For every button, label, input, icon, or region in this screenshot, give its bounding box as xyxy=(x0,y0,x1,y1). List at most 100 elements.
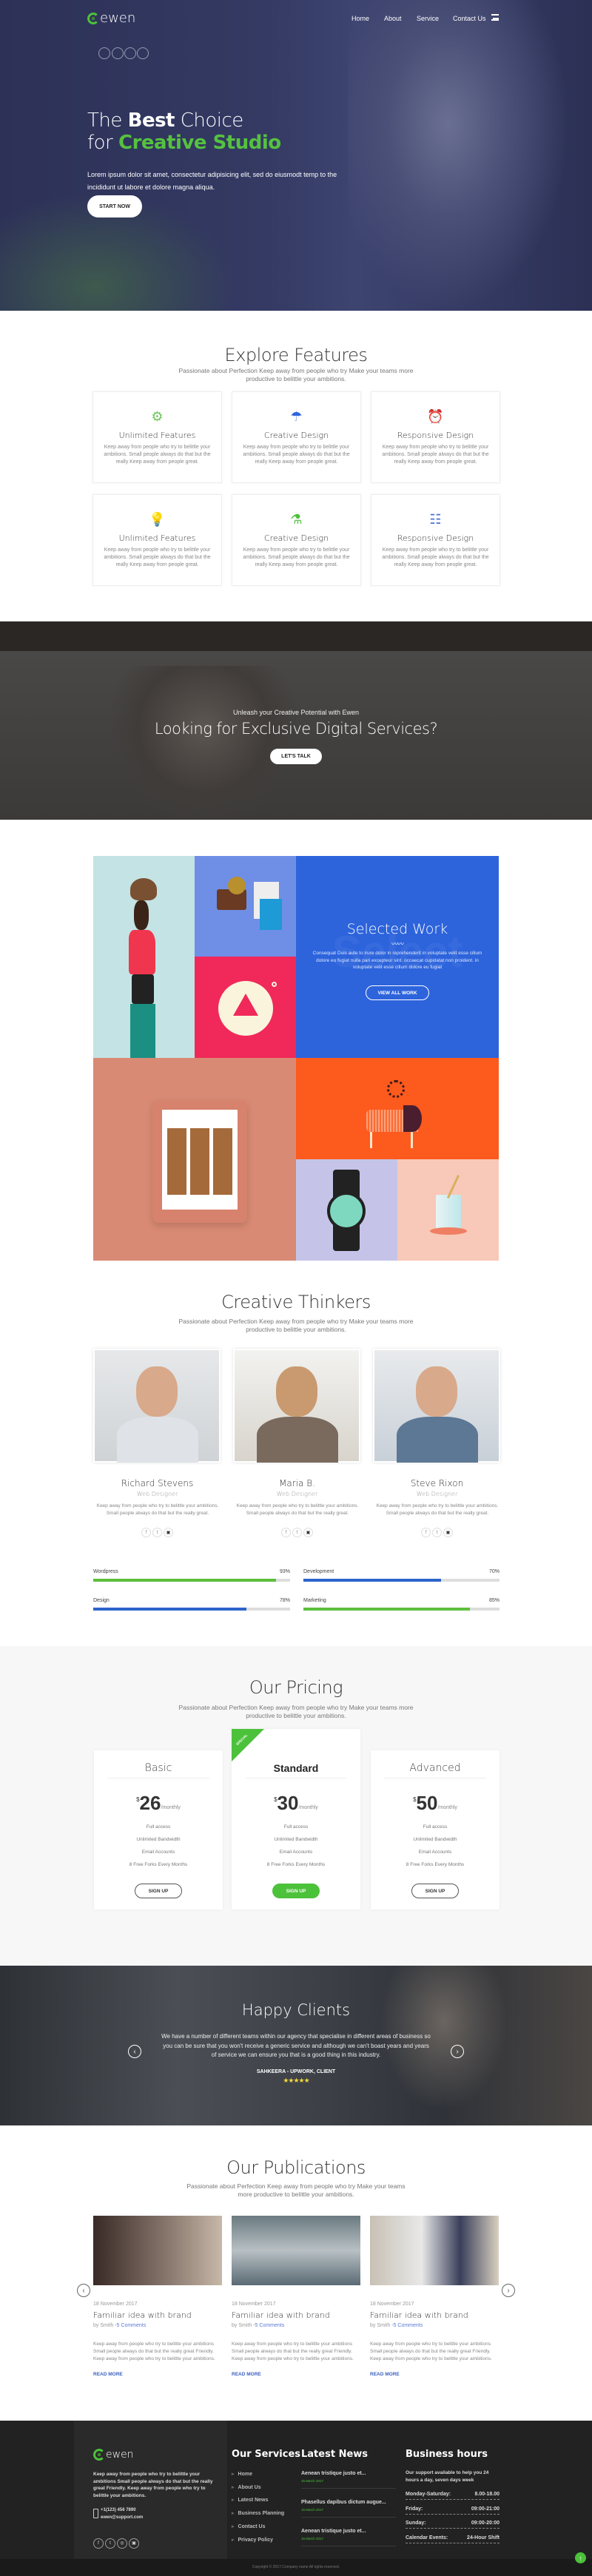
post-meta: by Smith -5 Comments xyxy=(232,2323,284,2328)
twitter-icon[interactable]: t xyxy=(292,1528,302,1537)
portfolio-tile-cup[interactable] xyxy=(397,1159,499,1261)
post-comments-link[interactable]: -5 Comments xyxy=(391,2323,423,2328)
footer-service-link[interactable]: ▸ Privacy Policy xyxy=(232,2537,273,2543)
rating-stars: ★★★★★ xyxy=(283,2077,309,2084)
nav-home[interactable]: Home xyxy=(352,15,369,22)
footer-service-link[interactable]: ▸ Latest News xyxy=(232,2497,268,2503)
team-member-role: Web Designer xyxy=(276,1491,318,1497)
hours-text: Our support available to help you 24 hou… xyxy=(406,2470,489,2483)
face-shape xyxy=(136,1366,178,1417)
news-item-title[interactable]: Phasellus dapibus dictum augue... xyxy=(301,2500,386,2505)
social-circle-icon[interactable] xyxy=(112,47,124,59)
post-comments-link[interactable]: -5 Comments xyxy=(115,2323,146,2328)
social-circle-icon[interactable] xyxy=(124,47,136,59)
plan-feature: 8 Free Forks Every Months xyxy=(406,1862,465,1867)
team-member-social: f t ▣ xyxy=(92,1525,222,1537)
portfolio-tile-logo[interactable] xyxy=(195,957,296,1058)
sliders-icon: ☷ xyxy=(429,512,442,527)
twitter-icon[interactable]: t xyxy=(432,1528,442,1537)
post-author[interactable]: Smith xyxy=(238,2323,252,2328)
portfolio-tile-deer[interactable] xyxy=(296,1058,499,1159)
read-more-link[interactable]: READ MORE xyxy=(93,2372,123,2377)
sign-up-button[interactable]: SIGN UP xyxy=(135,1884,182,1898)
footer-email[interactable]: ewen@support.com xyxy=(101,2515,143,2520)
nav-service[interactable]: Service xyxy=(417,15,439,22)
instagram-icon[interactable]: ▣ xyxy=(303,1528,313,1537)
facebook-icon[interactable]: f xyxy=(93,2538,104,2549)
post-image[interactable] xyxy=(232,2216,360,2285)
footer-service-link[interactable]: ▸ Contact Us xyxy=(232,2523,265,2529)
twitter-icon[interactable]: t xyxy=(152,1528,162,1537)
news-item-date: 15 March 2017 xyxy=(301,2537,324,2540)
feature-card: ⚗ Creative Design Keep away from people wh… xyxy=(232,494,361,586)
news-title: Latest News xyxy=(301,2449,369,2460)
facebook-icon[interactable]: f xyxy=(281,1528,291,1537)
facebook-icon[interactable]: f xyxy=(141,1528,151,1537)
portfolio-tile-tablet[interactable] xyxy=(93,1058,296,1261)
dribbble-icon[interactable]: ◎ xyxy=(117,2538,127,2549)
post-image[interactable] xyxy=(370,2216,499,2285)
post-comments-link[interactable]: -5 Comments xyxy=(253,2323,284,2328)
scroll-to-top-button[interactable]: ↑ xyxy=(575,2552,586,2563)
post-image[interactable] xyxy=(93,2216,222,2285)
nav-contact[interactable]: Contact Us xyxy=(453,15,486,22)
portfolio-tile-watch[interactable] xyxy=(296,1159,397,1261)
caret-right-icon: ▸ xyxy=(232,2472,235,2477)
news-item-title[interactable]: Aenean tristique justo et... xyxy=(301,2471,366,2476)
copyright-text: Copyright © 2017.Company name All rights… xyxy=(252,2565,340,2569)
feature-title: Unlimited Features xyxy=(118,431,196,440)
nav-about[interactable]: About xyxy=(384,15,402,22)
news-item-title[interactable]: Aenean tristique justo et... xyxy=(301,2529,366,2534)
cta-section: Unleash your Creative Potential with Ewe… xyxy=(0,621,592,820)
portfolio-tile-fashion[interactable] xyxy=(93,856,195,1058)
footer-service-link[interactable]: ▸ Business Planning xyxy=(232,2510,284,2516)
post-title[interactable]: Familiar idea with brand xyxy=(93,2310,192,2320)
instagram-icon[interactable]: ▣ xyxy=(443,1528,453,1537)
footer-service-label: About Us xyxy=(238,2484,261,2490)
plan-feature: Unlimited Bandwidth xyxy=(136,1837,181,1842)
skill-progress-fill xyxy=(303,1579,441,1582)
instagram-icon[interactable]: ▣ xyxy=(164,1528,173,1537)
post-author[interactable]: Smith xyxy=(377,2323,390,2328)
social-circle-icon[interactable] xyxy=(137,47,149,59)
read-more-link[interactable]: READ MORE xyxy=(370,2372,400,2377)
next-testimonial-button[interactable]: › xyxy=(451,2045,464,2058)
hamburger-icon[interactable] xyxy=(491,14,499,21)
prev-post-button[interactable]: ‹ xyxy=(77,2284,90,2297)
post-author[interactable]: Smith xyxy=(100,2323,113,2328)
start-now-button[interactable]: START NOW xyxy=(87,195,142,218)
next-post-button[interactable]: › xyxy=(502,2284,515,2297)
read-more-link[interactable]: READ MORE xyxy=(232,2372,261,2377)
sign-up-button[interactable]: SIGN UP xyxy=(272,1884,320,1898)
social-circle-icon[interactable] xyxy=(98,47,110,59)
post-by: by xyxy=(232,2323,238,2328)
caret-right-icon: ▸ xyxy=(232,2484,235,2490)
selected-work-title: Selected Work xyxy=(346,921,448,937)
prev-testimonial-button[interactable]: ‹ xyxy=(128,2045,141,2058)
footer-service-link[interactable]: ▸ About Us xyxy=(232,2484,261,2490)
price-period: /monthly xyxy=(161,1805,181,1810)
plan-feature: Email Accounts xyxy=(141,1850,175,1855)
post-title[interactable]: Familiar idea with brand xyxy=(370,2310,468,2320)
logo[interactable]: ewen xyxy=(87,10,135,26)
hours-title: Business hours xyxy=(406,2449,488,2460)
wave-divider-icon: 〰〰 xyxy=(391,940,404,948)
twitter-icon[interactable]: t xyxy=(105,2538,115,2549)
sign-up-button[interactable]: SIGN UP xyxy=(411,1884,459,1898)
post-date: 18 November 2017 xyxy=(370,2302,414,2307)
pricing-title: Our Pricing xyxy=(249,1677,343,1698)
skill-percent: 93% xyxy=(279,1569,290,1574)
post-title[interactable]: Familiar idea with brand xyxy=(232,2310,330,2320)
plan-price: $50/monthly xyxy=(371,1793,500,1813)
post-meta: by Smith -5 Comments xyxy=(370,2323,423,2328)
lets-talk-button[interactable]: LET'S TALK xyxy=(270,749,322,764)
footer-logo[interactable]: ewen xyxy=(93,2449,134,2461)
footer-service-link[interactable]: ▸ Home xyxy=(232,2471,252,2477)
facebook-icon[interactable]: f xyxy=(421,1528,431,1537)
instagram-icon[interactable]: ▣ xyxy=(129,2538,139,2549)
skill-percent: 70% xyxy=(488,1569,500,1574)
portfolio-tile-gramophone[interactable] xyxy=(195,856,296,957)
view-all-work-button[interactable]: VIEW ALL WORK xyxy=(366,985,429,1000)
alarm-clock-icon: ⏰ xyxy=(427,409,444,424)
team-subtitle: Passionate about Perfection Keep away fr… xyxy=(178,1318,414,1333)
